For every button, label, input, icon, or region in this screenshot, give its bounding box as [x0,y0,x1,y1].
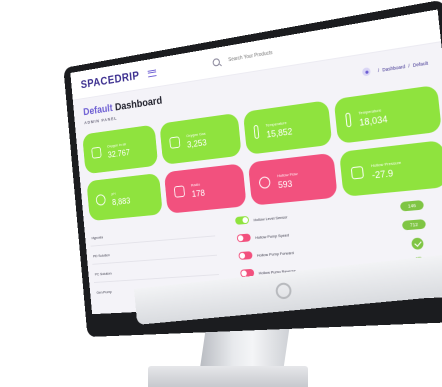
card-value: 178 [191,187,206,199]
breadcrumb: / Dashboard / Default [362,58,429,77]
card-label: pH [111,190,116,196]
card-value: 8,883 [111,195,131,207]
page-subtitle: ADMIN PANEL [84,115,118,126]
breadcrumb-separator: / [407,62,410,69]
toggle-label: Hollow Level Sensor [253,214,288,223]
breadcrumb-separator: / [377,67,380,73]
readout-badge: 712 [401,219,427,231]
breadcrumb-dashboard[interactable]: Dashboard [382,63,405,72]
card-radio[interactable]: Radio 178 [163,163,247,214]
sensor-label-pc-solution: PC Solution [94,270,112,277]
compass-icon [258,176,271,190]
thermometer-icon [345,112,352,128]
card-hollow-pressure[interactable]: Hollow Pressure -27.9 [339,140,442,197]
card-value: 593 [277,178,293,190]
monitor-stand-foot [148,366,308,387]
app-logo[interactable]: SPACEDRIP [80,69,140,91]
card-label: Hollow Flow [276,170,298,178]
card-hollow-flow[interactable]: Hollow Flow 593 [247,152,338,206]
search-icon [212,57,220,67]
card-temperature-1[interactable]: Temperature 15,852 [242,100,333,155]
readout-badge: 146 [399,199,425,212]
card-oxygen-gas[interactable]: Oxygen Gas 3,253 [159,112,242,165]
cast-icon [173,185,186,198]
card-ph[interactable]: pH 8,883 [86,172,163,222]
card-temperature-2[interactable]: Temperature 18,034 [333,84,442,144]
top-bar: SPACEDRIP [70,9,442,101]
search-box[interactable] [212,40,325,67]
card-value: 32.767 [107,147,131,160]
divider [92,254,218,265]
card-oxygen-air[interactable]: Oxygen In air 32.767 [82,124,159,175]
monitor-logo-icon [274,281,293,300]
page-title: Default Dashboard [83,95,163,118]
card-value: 15,852 [265,125,293,140]
toggle-label: Hollow Pump Speed [254,232,290,240]
sensor-label-hypoxia: Hypoxia [91,234,104,241]
sensor-label-pd-solution: PD Solution [92,252,111,259]
page-title-accent: Default [82,102,114,118]
home-icon[interactable] [362,67,372,77]
card-value: -27.9 [371,167,394,181]
drop-icon [95,193,106,206]
check-icon[interactable] [411,237,424,250]
calendar-icon [169,136,181,149]
toggle-label: Hollow Pump Forward [256,250,294,258]
search-input[interactable] [226,40,325,65]
sensor-label-gen-pump: Gen Pump [96,289,112,295]
layers-icon [350,165,365,180]
page-title-rest: Dashboard [114,95,163,114]
toggle-hollow-pump-speed[interactable] [236,233,251,243]
battery-icon [91,146,102,159]
card-value: 18,034 [358,113,388,128]
thermometer-icon [253,124,260,140]
toggle-hollow-pump-forward[interactable] [238,251,253,260]
card-value: 3,253 [186,137,208,150]
card-label: Radio [190,181,201,187]
menu-icon[interactable] [147,69,157,77]
breadcrumb-current: Default [412,59,429,68]
toggle-hollow-level-sensor[interactable] [234,215,250,225]
divider [90,235,216,247]
